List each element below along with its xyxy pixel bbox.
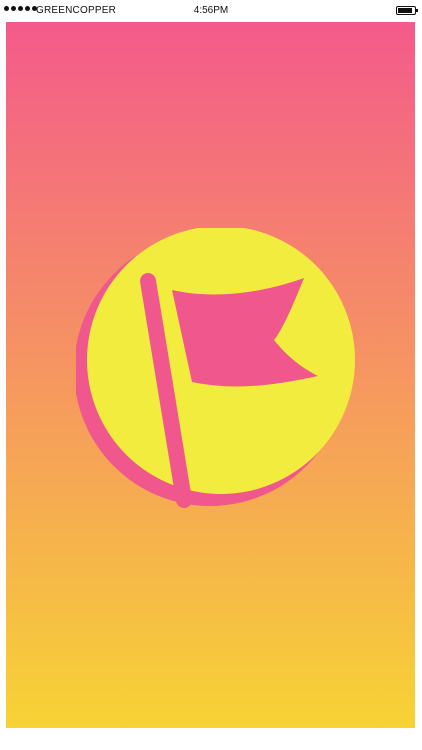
device-frame: GREENCOPPER 4:56PM (0, 0, 422, 750)
battery-icon (396, 6, 418, 15)
status-time: 4:56PM (193, 5, 229, 16)
app-logo (76, 228, 355, 508)
status-bar: GREENCOPPER 4:56PM (0, 0, 422, 22)
splash-screen (6, 22, 415, 728)
battery-level (398, 8, 412, 13)
